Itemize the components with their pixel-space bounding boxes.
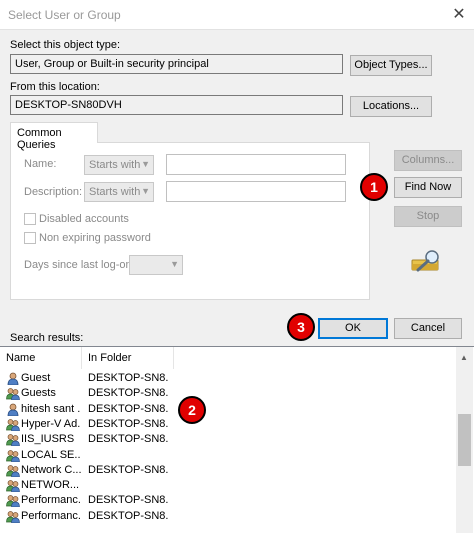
- object-type-label: Select this object type:: [10, 39, 121, 51]
- row-folder: DESKTOP-SN8...: [88, 433, 168, 446]
- name-input[interactable]: [166, 154, 346, 175]
- disabled-accounts-checkbox[interactable]: [24, 213, 36, 225]
- days-since-combo[interactable]: ▼: [129, 255, 183, 275]
- group-icon: [6, 418, 20, 432]
- row-name: hitesh sant ...: [21, 402, 81, 415]
- table-row[interactable]: hitesh sant ... DESKTOP-SN8...: [0, 402, 456, 417]
- location-field: DESKTOP-SN80DVH: [10, 95, 343, 115]
- non-expiring-password-checkbox[interactable]: [24, 232, 36, 244]
- column-header-in-folder[interactable]: In Folder: [82, 347, 174, 369]
- locations-button[interactable]: Locations...: [350, 96, 432, 117]
- description-input[interactable]: [166, 181, 346, 202]
- name-label: Name:: [24, 158, 57, 170]
- table-row[interactable]: Hyper-V Ad... DESKTOP-SN8...: [0, 417, 456, 432]
- table-row[interactable]: NETWOR...: [0, 478, 456, 493]
- column-header-name[interactable]: Name: [0, 347, 82, 369]
- table-row[interactable]: IIS_IUSRS DESKTOP-SN8...: [0, 432, 456, 447]
- search-key-icon: [410, 248, 444, 276]
- row-folder: DESKTOP-SN8...: [88, 463, 168, 476]
- row-name: Guest: [21, 372, 51, 384]
- search-results-label: Search results:: [10, 332, 84, 344]
- row-name: Hyper-V Ad...: [21, 417, 81, 430]
- row-folder: DESKTOP-SN8...: [88, 372, 168, 384]
- row-folder: DESKTOP-SN8...: [88, 387, 168, 400]
- callout-badge-2: 2: [178, 396, 206, 424]
- single-user-icon: [6, 403, 20, 416]
- description-label: Description:: [24, 186, 83, 198]
- row-name: Network C...: [21, 463, 81, 476]
- row-folder: DESKTOP-SN8...: [88, 417, 168, 430]
- ok-button[interactable]: OK: [318, 318, 388, 339]
- row-name: Performanc...: [21, 494, 81, 507]
- chevron-down-icon: ▼: [170, 259, 179, 269]
- group-icon: [6, 433, 20, 447]
- chevron-down-icon: ▼: [141, 186, 150, 196]
- tab-common-queries[interactable]: Common Queries: [10, 122, 98, 151]
- table-row[interactable]: Guests DESKTOP-SN8...: [0, 386, 456, 401]
- callout-badge-3: 3: [287, 313, 315, 341]
- chevron-down-icon: ▼: [141, 159, 150, 169]
- disabled-accounts-label: Disabled accounts: [39, 213, 129, 225]
- table-row[interactable]: Performanc... DESKTOP-SN8...: [0, 493, 456, 508]
- group-icon: [6, 494, 20, 508]
- row-name: NETWOR...: [21, 479, 80, 492]
- close-icon[interactable]: ✕: [448, 4, 470, 26]
- search-results-list[interactable]: Name In Folder Guest DESKTOP-SN8... Guests…: [0, 346, 474, 533]
- row-name: Guests: [21, 387, 56, 400]
- days-since-label: Days since last log-on:: [24, 259, 135, 271]
- callout-badge-1: 1: [360, 173, 388, 201]
- table-row[interactable]: Performanc... DESKTOP-SN8...: [0, 509, 456, 524]
- stop-button[interactable]: Stop: [394, 206, 462, 227]
- table-row[interactable]: LOCAL SE...: [0, 448, 456, 463]
- object-type-field: User, Group or Built-in security princip…: [10, 54, 343, 74]
- single-user-icon: [6, 372, 20, 386]
- columns-button[interactable]: Columns...: [394, 150, 462, 171]
- group-icon: [6, 510, 20, 524]
- description-match-value: Starts with: [89, 186, 141, 198]
- row-folder: DESKTOP-SN8...: [88, 402, 168, 415]
- name-match-value: Starts with: [89, 159, 141, 171]
- row-folder: DESKTOP-SN8...: [88, 494, 168, 507]
- scroll-up-icon[interactable]: ▲: [460, 353, 468, 362]
- location-label: From this location:: [10, 81, 100, 93]
- group-icon: [6, 464, 20, 478]
- name-match-combo[interactable]: Starts with ▼: [84, 155, 154, 175]
- cancel-button[interactable]: Cancel: [394, 318, 462, 339]
- find-now-button[interactable]: Find Now: [394, 177, 462, 198]
- group-icon: [6, 449, 20, 462]
- table-row[interactable]: Network C... DESKTOP-SN8...: [0, 463, 456, 478]
- object-types-button[interactable]: Object Types...: [350, 55, 432, 76]
- row-name: Performanc...: [21, 509, 81, 522]
- row-name: IIS_IUSRS: [21, 433, 75, 446]
- row-name: LOCAL SE...: [21, 448, 81, 461]
- non-expiring-password-label: Non expiring password: [39, 232, 151, 244]
- description-match-combo[interactable]: Starts with ▼: [84, 182, 154, 202]
- group-icon: [6, 479, 20, 493]
- group-icon: [6, 387, 20, 401]
- window-title: Select User or Group: [8, 8, 121, 22]
- table-row[interactable]: Guest DESKTOP-SN8...: [0, 371, 456, 386]
- scrollbar-thumb[interactable]: [458, 414, 471, 466]
- row-folder: DESKTOP-SN8...: [88, 509, 168, 522]
